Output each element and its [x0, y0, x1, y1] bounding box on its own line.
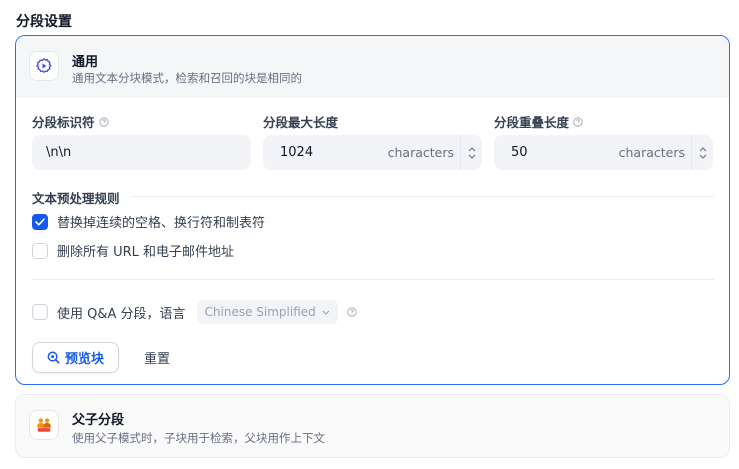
- separator-label: 分段标识符: [32, 112, 109, 131]
- language-select[interactable]: Chinese Simplified: [196, 300, 338, 324]
- qa-label[interactable]: 使用 Q&A 分段，语言: [57, 303, 186, 322]
- remove-urls-checkbox[interactable]: [32, 242, 48, 259]
- section-divider: [32, 279, 714, 280]
- parent-child-icon-box: [29, 410, 59, 440]
- preprocessing-rules-title: 文本预处理规则: [32, 191, 120, 206]
- help-icon[interactable]: [573, 116, 583, 127]
- general-mode-card[interactable]: 通用 通用文本分块模式，检索和召回的块是相同的 分段标识符 分段最大长度 分段重…: [15, 35, 730, 385]
- max-length-label-text: 分段最大长度: [263, 115, 339, 130]
- max-length-input[interactable]: 1024 characters: [263, 135, 482, 170]
- max-length-unit: characters: [387, 145, 454, 160]
- separator-input[interactable]: \n\n: [32, 135, 251, 170]
- chevron-down-icon[interactable]: [699, 154, 707, 159]
- general-card-title: 通用: [72, 55, 99, 70]
- preview-chunks-label[interactable]: 预览块: [65, 348, 104, 367]
- remove-urls-label[interactable]: 删除所有 URL 和电子邮件地址: [57, 241, 234, 260]
- overlap-input-value[interactable]: 50: [494, 145, 619, 160]
- preview-chunks-button[interactable]: 预览块: [32, 342, 119, 373]
- separator-label-text: 分段标识符: [32, 115, 95, 130]
- parent-child-card-title: 父子分段: [72, 413, 125, 428]
- overlap-stepper[interactable]: [691, 135, 713, 170]
- overlap-unit: characters: [618, 145, 685, 160]
- parent-child-mode-card[interactable]: 父子分段 使用父子模式时，子块用于检索，父块用作上下文: [15, 394, 730, 458]
- checkmark-icon: [35, 217, 45, 226]
- chevron-up-icon[interactable]: [699, 146, 707, 152]
- replace-spaces-option[interactable]: 替换掉连续的空格、换行符和制表符: [32, 212, 265, 231]
- overlap-input[interactable]: 50 characters: [494, 135, 713, 170]
- general-card-description: 通用文本分块模式，检索和召回的块是相同的: [72, 71, 302, 85]
- chevron-down-icon[interactable]: [468, 154, 476, 159]
- search-preview-icon: [47, 351, 60, 364]
- qa-option[interactable]: 使用 Q&A 分段，语言 Chinese Simplified: [32, 300, 357, 324]
- replace-spaces-label[interactable]: 替换掉连续的空格、换行符和制表符: [57, 212, 265, 231]
- reset-button[interactable]: 重置: [136, 342, 178, 373]
- max-length-stepper[interactable]: [460, 135, 482, 170]
- section-title: 分段设置: [16, 14, 72, 30]
- general-icon-box: [29, 51, 59, 81]
- max-length-label: 分段最大长度: [263, 112, 338, 131]
- chevron-down-icon: [322, 310, 330, 315]
- language-select-value[interactable]: Chinese Simplified: [205, 305, 316, 319]
- max-length-input-value[interactable]: 1024: [263, 145, 388, 160]
- qa-checkbox[interactable]: [32, 304, 48, 320]
- remove-urls-option[interactable]: 删除所有 URL 和电子邮件地址: [32, 241, 234, 260]
- settings-gear-icon: [36, 58, 52, 73]
- overlap-label: 分段重叠长度: [494, 112, 583, 131]
- parent-child-icon: [37, 418, 51, 432]
- general-card-header[interactable]: 通用 通用文本分块模式，检索和召回的块是相同的: [16, 36, 729, 98]
- help-icon[interactable]: [347, 307, 357, 317]
- separator-input-value[interactable]: \n\n: [32, 145, 251, 160]
- parent-child-card-description: 使用父子模式时，子块用于检索，父块用作上下文: [72, 431, 325, 445]
- replace-spaces-checkbox[interactable]: [32, 213, 48, 230]
- help-icon[interactable]: [98, 116, 109, 127]
- chevron-up-icon[interactable]: [468, 146, 476, 152]
- overlap-label-text: 分段重叠长度: [494, 115, 570, 130]
- rules-divider: [132, 196, 714, 197]
